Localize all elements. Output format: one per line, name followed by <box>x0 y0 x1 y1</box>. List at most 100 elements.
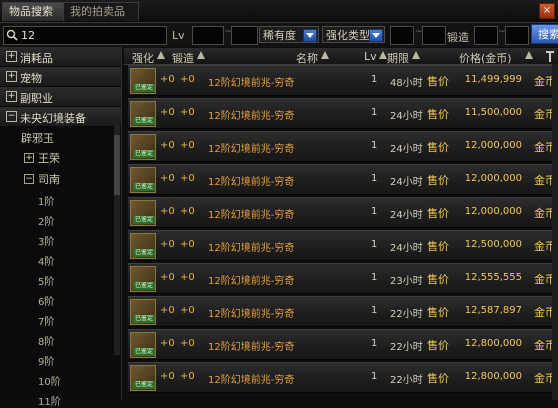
table-row[interactable]: 已鉴定 +0 +0 12阶幻境前兆-穷奇 1 48小时 售价 11,499,99… <box>128 65 558 96</box>
collapse-icon[interactable]: − <box>24 174 34 184</box>
tree-tier-6[interactable]: 6阶 <box>38 293 54 308</box>
tree-tier-11[interactable]: 11阶 <box>38 393 61 408</box>
table-row[interactable]: 已鉴定 +0 +0 12阶幻境前兆-穷奇 1 23小时 售价 12,555,55… <box>128 263 558 294</box>
row-forge: +0 <box>180 371 195 382</box>
tree-tier-1[interactable]: 1阶 <box>38 193 54 208</box>
level-max-input[interactable] <box>231 26 258 45</box>
row-price: 12,000,000 <box>464 206 522 217</box>
row-enhance: +0 <box>160 272 175 283</box>
tree-tier-5[interactable]: 5阶 <box>38 273 54 288</box>
enhance-min-input[interactable] <box>390 26 414 45</box>
table-row[interactable]: 已鉴定 +0 +0 12阶幻境前兆-穷奇 1 22小时 售价 12,800,00… <box>128 362 558 393</box>
col-duration[interactable]: 期限 <box>387 50 409 66</box>
tree-group-bixie[interactable]: 辟邪玉 <box>21 130 54 146</box>
row-level: 1 <box>371 239 378 250</box>
sort-icon[interactable] <box>379 51 387 59</box>
table-row[interactable]: 已鉴定 +0 +0 12阶幻境前兆-穷奇 1 24小时 售价 12,000,00… <box>128 164 558 195</box>
identified-tag: 已鉴定 <box>133 315 155 323</box>
rarity-label: 稀有度 <box>263 29 296 42</box>
tree-tier-10[interactable]: 10阶 <box>38 373 61 388</box>
col-level[interactable]: Lv <box>364 50 377 63</box>
row-enhance: +0 <box>160 305 175 316</box>
tree-tier-2[interactable]: 2阶 <box>38 213 54 228</box>
col-price[interactable]: 价格(金币) <box>459 50 512 66</box>
row-enhance: +0 <box>160 371 175 382</box>
row-sell-label: 售价 <box>427 108 449 121</box>
results-scrollbar[interactable] <box>552 64 558 400</box>
tree-tier-4[interactable]: 4阶 <box>38 253 54 268</box>
rarity-dropdown[interactable]: 稀有度 <box>259 26 319 43</box>
row-sell-label: 售价 <box>427 306 449 319</box>
row-duration: 24小时 <box>390 210 423 221</box>
forge-max-input[interactable] <box>505 26 529 45</box>
tree-tier-8[interactable]: 8阶 <box>38 333 54 348</box>
row-price: 11,500,000 <box>464 107 522 118</box>
expand-icon: + <box>6 91 17 102</box>
row-forge: +0 <box>180 338 195 349</box>
row-name: 12阶幻境前兆-穷奇 <box>208 276 295 287</box>
forge-min-input[interactable] <box>474 26 498 45</box>
row-level: 1 <box>371 338 378 349</box>
row-sell-label: 售价 <box>427 207 449 220</box>
row-duration: 48小时 <box>390 78 423 89</box>
tree-item-sinan[interactable]: 司南 <box>38 171 60 187</box>
item-icon: 已鉴定 <box>130 266 156 292</box>
table-row[interactable]: 已鉴定 +0 +0 12阶幻境前兆-穷奇 1 22小时 售价 12,587,89… <box>128 296 558 327</box>
table-row[interactable]: 已鉴定 +0 +0 12阶幻境前兆-穷奇 1 24小时 售价 12,000,00… <box>128 197 558 228</box>
tree-scroll-thumb[interactable] <box>114 135 120 195</box>
expand-icon[interactable]: + <box>24 153 34 163</box>
row-duration: 24小时 <box>390 177 423 188</box>
row-level: 1 <box>371 140 378 151</box>
chevron-down-icon <box>369 29 383 42</box>
row-duration: 24小时 <box>390 144 423 155</box>
category-pets[interactable]: + 宠物 <box>0 67 121 87</box>
category-sub-profession[interactable]: + 副职业 <box>0 87 121 107</box>
row-forge: +0 <box>180 74 195 85</box>
close-button[interactable]: × <box>539 3 555 19</box>
sort-icon[interactable] <box>321 51 329 59</box>
row-price: 12,800,000 <box>464 338 522 349</box>
tab-item-search[interactable]: 物品搜索 <box>2 2 70 21</box>
sort-icon[interactable] <box>412 51 420 59</box>
table-row[interactable]: 已鉴定 +0 +0 12阶幻境前兆-穷奇 1 22小时 售价 12,800,00… <box>128 329 558 360</box>
tab-my-auctions[interactable]: 我的拍卖品 <box>63 2 139 21</box>
category-illusion-gear[interactable]: − 未央幻境装备 <box>0 107 121 127</box>
row-price: 12,500,000 <box>464 239 522 250</box>
col-forge[interactable]: 锻造 <box>172 50 194 66</box>
search-input[interactable]: 12 <box>3 26 167 45</box>
table-row[interactable]: 已鉴定 +0 +0 12阶幻境前兆-穷奇 1 24小时 售价 11,500,00… <box>128 98 558 129</box>
enhance-type-dropdown[interactable]: 强化类型 <box>322 26 385 43</box>
level-min-input[interactable] <box>192 26 224 45</box>
tree-tier-3[interactable]: 3阶 <box>38 233 54 248</box>
sort-icon[interactable] <box>157 51 165 59</box>
tree-item-wangrong[interactable]: 王荣 <box>38 150 60 166</box>
pin-icon[interactable] <box>546 51 554 62</box>
item-icon: 已鉴定 <box>130 233 156 259</box>
table-row[interactable]: 已鉴定 +0 +0 12阶幻境前兆-穷奇 1 24小时 售价 12,500,00… <box>128 230 558 261</box>
sort-icon[interactable] <box>197 51 205 59</box>
results-header: 强化 锻造 名称 Lv 期限 价格(金币) <box>124 48 558 65</box>
category-consumables[interactable]: + 消耗品 <box>0 47 121 67</box>
identified-tag: 已鉴定 <box>133 216 155 224</box>
identified-tag: 已鉴定 <box>133 117 155 125</box>
expand-icon: + <box>6 71 17 82</box>
table-row[interactable]: 已鉴定 +0 +0 12阶幻境前兆-穷奇 1 24小时 售价 12,000,00… <box>128 131 558 162</box>
row-name: 12阶幻境前兆-穷奇 <box>208 78 295 89</box>
tree-tier-7[interactable]: 7阶 <box>38 313 54 328</box>
search-icon <box>6 29 18 41</box>
col-enhance[interactable]: 强化 <box>132 50 154 66</box>
row-name: 12阶幻境前兆-穷奇 <box>208 210 295 221</box>
row-forge: +0 <box>180 107 195 118</box>
row-level: 1 <box>371 107 378 118</box>
tree-tier-9[interactable]: 9阶 <box>38 353 54 368</box>
row-sell-label: 售价 <box>427 273 449 286</box>
row-forge: +0 <box>180 305 195 316</box>
identified-tag: 已鉴定 <box>133 84 155 92</box>
enhance-max-input[interactable] <box>422 26 446 45</box>
row-sell-label: 售价 <box>427 141 449 154</box>
item-icon: 已鉴定 <box>130 68 156 94</box>
col-name[interactable]: 名称 <box>296 50 318 66</box>
search-button[interactable]: 搜索 <box>531 24 558 44</box>
sort-icon[interactable] <box>525 51 533 59</box>
row-level: 1 <box>371 206 378 217</box>
